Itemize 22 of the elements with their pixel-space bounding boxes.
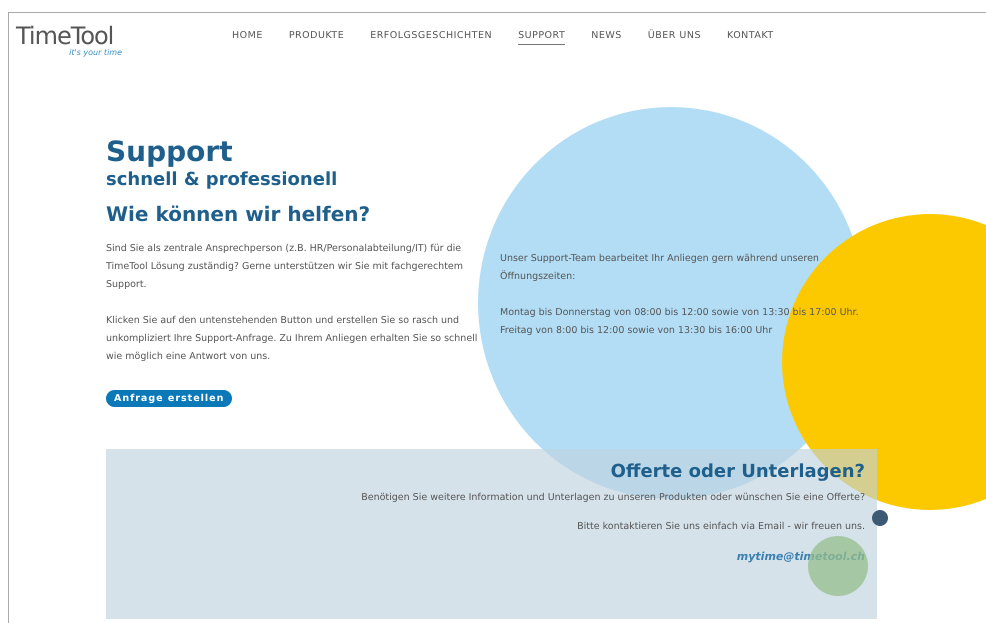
opening-hours: Freitag von 8:00 bis 12:00 sowie von 13:30 bis 16:00 Uhr — [500, 324, 774, 338]
paragraph: Sind Sie als zentrale Ansprechperson (z.B. HR/Personalabteilung/IT) für die TimeTool Lösung zuständig? Gerne unterstützen wir Sie mit fachgerechtem Support. — [106, 242, 464, 292]
opening-hours: Montag bis Donnerstag von 08:00 bis 12:00 sowie von 13:30 bis 17:00 Uhr. — [500, 306, 860, 320]
page-title: Support — [106, 136, 234, 168]
logo-tagline: it's your time — [69, 48, 122, 56]
nav-link[interactable]: SUPPORT — [518, 30, 566, 44]
nav-link[interactable]: NEWS — [591, 30, 622, 44]
nav-link[interactable]: ÜBER UNS — [648, 30, 701, 44]
page-subtitle: schnell & professionell — [106, 168, 338, 192]
nav-link[interactable]: HOME — [232, 30, 263, 44]
nav-link[interactable]: ERFOLGSGESCHICHTEN — [370, 30, 492, 44]
request-button[interactable]: Anfrage erstellen — [106, 390, 232, 407]
contact-text: Bitte kontaktieren Sie uns einfach via Email - wir freuen uns. — [577, 521, 865, 532]
offer-heading: Offerte oder Unterlagen? — [610, 461, 865, 482]
offer-question: Benötigen Sie weitere Information und Unterlagen zu unseren Produkten oder wünschen Sie eine Offerte? — [361, 492, 865, 503]
section-heading: Wie können wir helfen? — [106, 202, 372, 226]
nav-link[interactable]: PRODUKTE — [288, 30, 344, 44]
hours-intro: Unser Support-Team bearbeitet Ihr Anliegen gern während unseren Öffnungszeiten: — [500, 252, 820, 284]
paragraph: Klicken Sie auf den untenstehenden Button und erstellen Sie so rasch und unkompliziert Ihre Support-Anfrage. Zu Ihrem Anliegen erhalten Sie so schnell wie möglich eine Antwort von uns. — [106, 314, 478, 364]
logo[interactable]: TimeTool — [16, 24, 136, 48]
nav-link[interactable]: KONTAKT — [726, 30, 774, 44]
decorative-dot — [872, 510, 888, 526]
